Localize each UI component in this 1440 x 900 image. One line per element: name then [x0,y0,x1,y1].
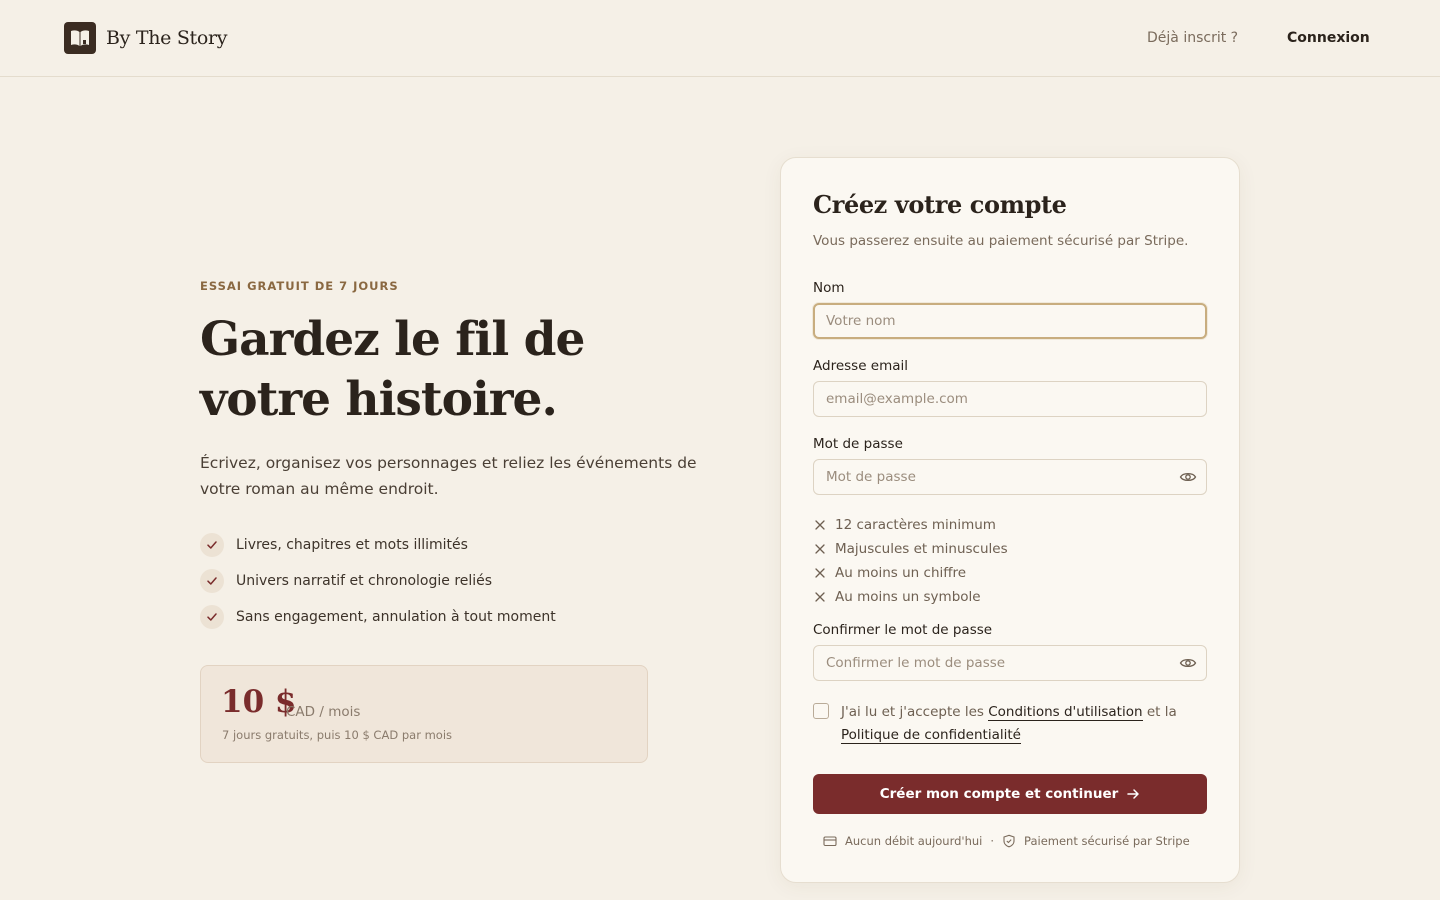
no-charge-text: Aucun débit aujourd'hui [845,834,983,848]
terms-checkbox[interactable] [813,703,829,719]
x-icon [813,542,827,556]
password-rule: Majuscules et minuscules [813,537,1008,561]
name-input[interactable] [813,303,1207,339]
feature-list: Livres, chapitres et mots illimités Univ… [200,533,556,641]
password-rule-text: Au moins un symbole [835,589,981,605]
pricing-card: 10 $ CAD / mois 7 jours gratuits, puis 1… [200,665,648,763]
password-rule: 12 caractères minimum [813,513,1008,537]
price-unit: CAD / mois [286,704,361,720]
password-rule-text: Majuscules et minuscules [835,541,1008,557]
price-note: 7 jours gratuits, puis 10 $ CAD par mois [222,728,452,742]
book-icon [64,22,96,54]
email-label: Adresse email [813,358,909,374]
password-rule: Au moins un chiffre [813,561,1008,585]
terms-text: J'ai lu et j'accepte les Conditions d'ut… [841,701,1211,747]
arrow-right-icon [1126,787,1140,801]
terms-prefix: J'ai lu et j'accepte les [841,704,984,720]
password-rules: 12 caractères minimum Majuscules et minu… [813,513,1008,609]
name-label: Nom [813,280,845,296]
trial-eyebrow: ESSAI GRATUIT DE 7 JOURS [200,279,399,293]
feature-item: Sans engagement, annulation à tout momen… [200,605,556,629]
form-subtitle: Vous passerez ensuite au paiement sécuri… [813,233,1189,249]
signup-card: Créez votre compte Vous passerez ensuite… [780,157,1240,883]
credit-card-icon [823,834,837,848]
check-icon [200,533,224,557]
hero-lead-line1: Écrivez, organisez vos personnages et re… [200,454,697,472]
brand-logo[interactable]: By The Story [64,22,228,54]
password-rule: Au moins un symbole [813,585,1008,609]
feature-item: Livres, chapitres et mots illimités [200,533,556,557]
password-rule-text: Au moins un chiffre [835,565,967,581]
trust-row: Aucun débit aujourd'hui · Paiement sécur… [823,834,1190,848]
form-title: Créez votre compte [813,190,1067,219]
email-input[interactable] [813,381,1207,417]
password-rule-text: 12 caractères minimum [835,517,996,533]
brand-name: By The Story [106,27,228,49]
check-icon [200,605,224,629]
hero-headline-line1: Gardez le fil de [200,312,585,367]
password-input[interactable] [813,459,1207,495]
confirm-password-label: Confirmer le mot de passe [813,622,993,638]
check-icon [200,569,224,593]
terms-link[interactable]: Conditions d'utilisation [988,704,1143,721]
create-account-label: Créer mon compte et continuer [879,786,1119,802]
hero-headline-line2: votre histoire. [200,372,558,427]
terms-mid: et la [1146,704,1177,720]
eye-icon[interactable] [1179,654,1197,672]
x-icon [813,566,827,580]
trust-separator: · [990,834,995,848]
already-registered-text: Déjà inscrit ? [1147,30,1239,46]
feature-text: Sans engagement, annulation à tout momen… [236,609,556,625]
eye-icon[interactable] [1179,468,1197,486]
create-account-button[interactable]: Créer mon compte et continuer [813,774,1207,814]
login-link[interactable]: Connexion [1287,30,1370,46]
privacy-link[interactable]: Politique de confidentialité [841,727,1021,744]
confirm-password-input[interactable] [813,645,1207,681]
x-icon [813,590,827,604]
feature-text: Univers narratif et chronologie reliés [236,573,493,589]
secure-payment-text: Paiement sécurisé par Stripe [1024,834,1190,848]
shield-icon [1002,834,1016,848]
x-icon [813,518,827,532]
hero-headline: Gardez le fil de votre histoire. [200,310,720,430]
hero-lead-line2: votre roman au même endroit. [200,480,439,498]
hero-lead: Écrivez, organisez vos personnages et re… [200,450,720,502]
password-label: Mot de passe [813,436,903,452]
feature-text: Livres, chapitres et mots illimités [236,537,468,553]
feature-item: Univers narratif et chronologie reliés [200,569,556,593]
site-header: By The Story Déjà inscrit ? Connexion [0,0,1440,77]
